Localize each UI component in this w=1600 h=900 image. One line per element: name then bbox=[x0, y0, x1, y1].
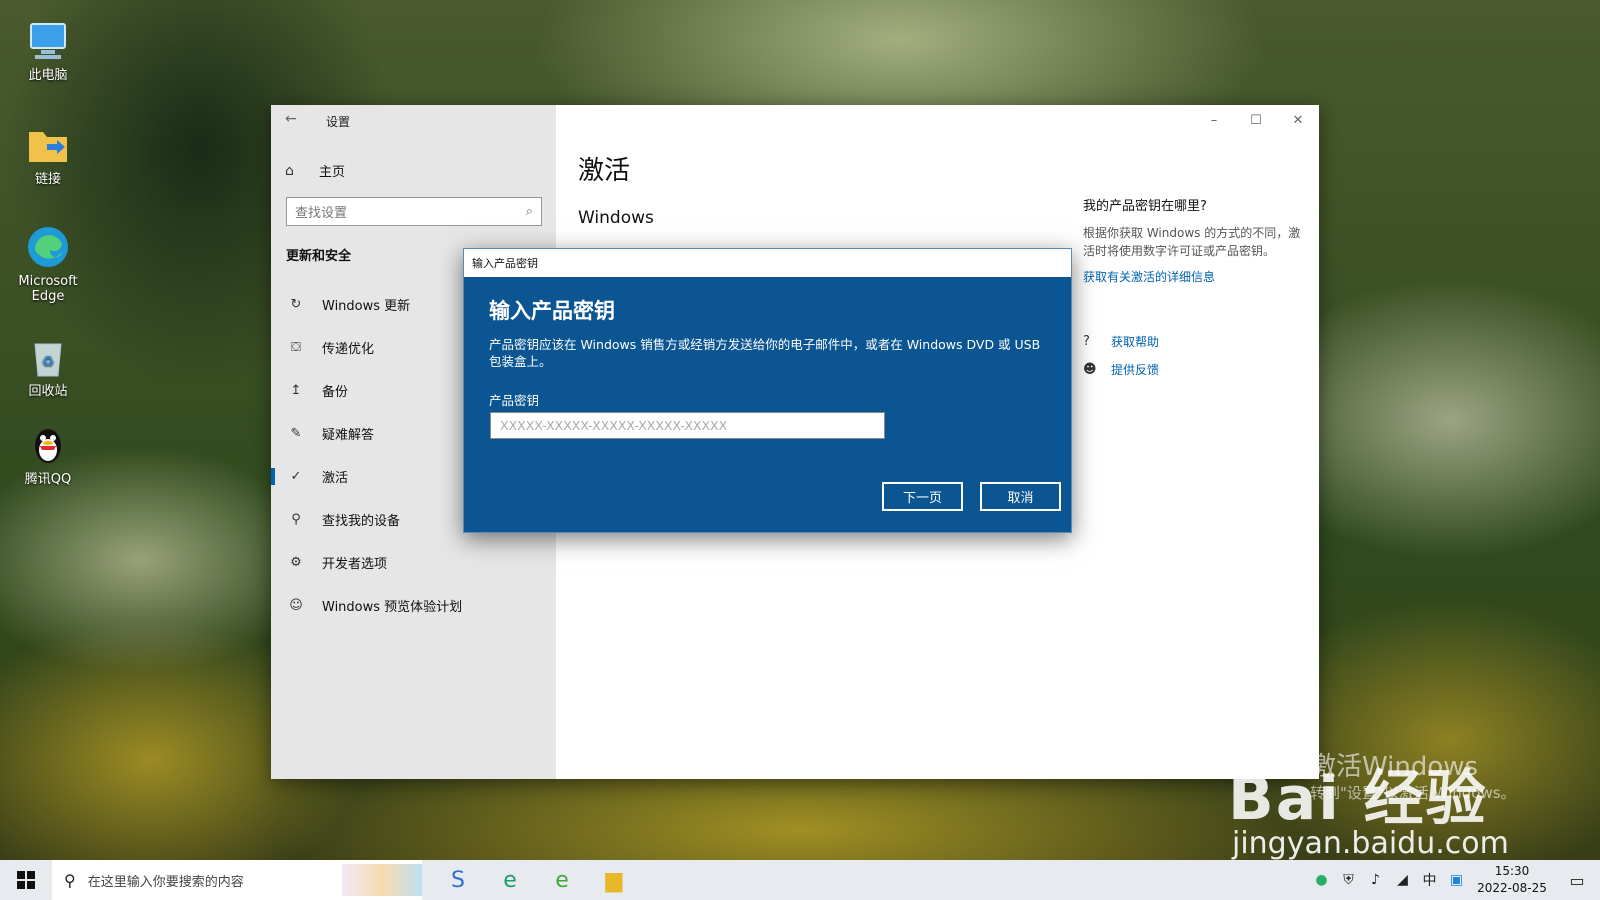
windows-logo-icon bbox=[17, 871, 35, 889]
sidebar-item-label: Windows 更新 bbox=[322, 299, 411, 314]
sidebar-item-label: 传递优化 bbox=[322, 342, 375, 357]
recycle-bin-icon: ♻ bbox=[34, 343, 62, 377]
sidebar-item-label: 开发者选项 bbox=[322, 557, 388, 572]
wechat-icon[interactable]: ● bbox=[1308, 872, 1335, 888]
taskbar: ⚲ 在这里输入你要搜索的内容 S e e ▆ ● ⛨ ♪ ◢ 中 ▣ 15:30… bbox=[0, 860, 1600, 900]
back-arrow-icon[interactable]: ← bbox=[285, 111, 297, 127]
wrench-icon: ✎ bbox=[290, 426, 302, 441]
desktop-icon-label: Microsoft Edge bbox=[18, 274, 78, 304]
help-actions: ? 获取帮助 ☻ 提供反馈 bbox=[1083, 327, 1308, 383]
baidu-jingyan-url: jingyan.baidu.com bbox=[1232, 826, 1509, 861]
desktop-icon-link[interactable]: 链接 bbox=[8, 122, 88, 187]
refresh-icon: ↻ bbox=[290, 297, 302, 312]
sogou-icon[interactable]: S bbox=[432, 860, 484, 900]
network-icon[interactable]: ◢ bbox=[1389, 872, 1416, 888]
cancel-button[interactable]: 取消 bbox=[980, 482, 1061, 511]
search-icon: ⚲ bbox=[64, 870, 76, 890]
sidebar-item-label: Windows 预览体验计划 bbox=[322, 600, 463, 615]
search-placeholder: 查找设置 bbox=[295, 206, 348, 221]
help-chat-icon: ? bbox=[1083, 333, 1090, 349]
insider-icon: ☺ bbox=[289, 598, 303, 613]
volume-icon[interactable]: ♪ bbox=[1362, 872, 1389, 888]
taskbar-apps: S e e ▆ bbox=[432, 860, 640, 900]
sidebar-item-home[interactable]: ⌂ 主页 bbox=[285, 161, 346, 181]
search-icon[interactable]: ⌕ bbox=[526, 204, 533, 219]
search-highlight-image bbox=[342, 864, 422, 896]
activation-details-link[interactable]: 获取有关激活的详细信息 bbox=[1083, 268, 1308, 285]
search-settings-input[interactable]: 查找设置 ⌕ bbox=[286, 197, 542, 226]
clock-time: 15:30 bbox=[1494, 864, 1530, 878]
feedback-icon: ☻ bbox=[1083, 361, 1097, 377]
desktop-icon-label: 链接 bbox=[34, 172, 61, 187]
sidebar-item-insider-program[interactable]: ☺ Windows 预览体验计划 bbox=[271, 584, 556, 627]
window-title: 设置 bbox=[326, 115, 351, 129]
backup-icon: ↥ bbox=[290, 383, 302, 398]
baidu-jingyan-logo: Bai 经验 bbox=[1228, 764, 1488, 834]
desktop-icon-qq[interactable]: 腾讯QQ bbox=[8, 422, 88, 487]
qq-tray-icon[interactable]: ▣ bbox=[1443, 872, 1470, 888]
developer-icon: ⚙ bbox=[290, 555, 302, 570]
sidebar-item-label: 查找我的设备 bbox=[322, 514, 401, 529]
product-key-dialog: 输入产品密钥 输入产品密钥 产品密钥应该在 Windows 销售方或经销方发送给… bbox=[463, 248, 1072, 533]
product-key-input[interactable] bbox=[490, 412, 885, 439]
folder-shortcut-icon bbox=[29, 132, 67, 162]
browser-360-icon[interactable]: e bbox=[536, 860, 588, 900]
desktop-icon-recycle-bin[interactable]: ♻ 回收站 bbox=[8, 334, 88, 399]
give-feedback-link[interactable]: ☻ 提供反馈 bbox=[1083, 355, 1308, 383]
section-title: 更新和安全 bbox=[286, 249, 352, 264]
qq-penguin-icon bbox=[35, 429, 61, 463]
product-key-question: 我的产品密钥在哪里? bbox=[1083, 199, 1207, 214]
sidebar-item-label: 激活 bbox=[322, 471, 349, 486]
clock-date: 2022-08-25 bbox=[1477, 881, 1547, 895]
taskbar-search-placeholder: 在这里输入你要搜索的内容 bbox=[87, 874, 244, 890]
product-key-label: 产品密钥 bbox=[489, 393, 540, 408]
dialog-titlebar[interactable]: 输入产品密钥 bbox=[464, 249, 1071, 277]
home-icon: ⌂ bbox=[285, 162, 294, 179]
delivery-icon: ⛋ bbox=[291, 340, 301, 355]
svg-text:♻: ♻ bbox=[42, 354, 55, 370]
related-info-panel: 我的产品密钥在哪里? 根据你获取 Windows 的方式的不同，激活时将使用数字… bbox=[1083, 195, 1308, 383]
edge-icon bbox=[28, 227, 68, 267]
next-button[interactable]: 下一页 bbox=[882, 482, 963, 511]
sidebar-item-label: 疑难解答 bbox=[322, 428, 375, 443]
sidebar-item-developer-options[interactable]: ⚙ 开发者选项 bbox=[271, 541, 556, 584]
taskbar-search-box[interactable]: ⚲ 在这里输入你要搜索的内容 bbox=[52, 860, 422, 900]
desktop-icon-label: 此电脑 bbox=[28, 68, 68, 83]
get-help-link[interactable]: ? 获取帮助 bbox=[1083, 327, 1308, 355]
person-location-icon: ⚲ bbox=[291, 512, 301, 527]
check-circle-icon: ✓ bbox=[290, 469, 302, 484]
security-shield-icon[interactable]: ⛨ bbox=[1335, 872, 1362, 888]
get-help-label: 获取帮助 bbox=[1111, 334, 1160, 349]
taskbar-clock[interactable]: 15:30 2022-08-25 bbox=[1470, 863, 1554, 897]
dialog-description: 产品密钥应该在 Windows 销售方或经销方发送给你的电子邮件中，或者在 Wi… bbox=[489, 337, 1041, 369]
sidebar-item-label: 备份 bbox=[322, 385, 349, 400]
computer-icon bbox=[30, 23, 66, 59]
desktop-icon-this-pc[interactable]: 此电脑 bbox=[8, 18, 88, 83]
desktop-icon-label: 腾讯QQ bbox=[24, 472, 72, 487]
desktop-icon-edge[interactable]: Microsoft Edge bbox=[8, 224, 88, 304]
sidebar-item-label: 主页 bbox=[319, 165, 346, 180]
page-title: 激活 bbox=[578, 156, 631, 186]
give-feedback-label: 提供反馈 bbox=[1111, 362, 1160, 377]
notification-center-icon[interactable]: ▭ bbox=[1554, 871, 1600, 890]
dialog-heading: 输入产品密钥 bbox=[489, 299, 615, 323]
file-explorer-icon[interactable]: ▆ bbox=[588, 860, 640, 900]
product-key-description: 根据你获取 Windows 的方式的不同，激活时将使用数字许可证或产品密钥。 bbox=[1083, 226, 1301, 258]
start-button[interactable] bbox=[0, 860, 52, 900]
system-tray: ● ⛨ ♪ ◢ 中 ▣ 15:30 2022-08-25 ▭ bbox=[1308, 860, 1600, 900]
desktop-icon-label: 回收站 bbox=[28, 384, 68, 399]
windows-subtitle: Windows bbox=[578, 208, 654, 228]
ime-icon[interactable]: 中 bbox=[1416, 870, 1443, 890]
edge-icon[interactable]: e bbox=[484, 860, 536, 900]
